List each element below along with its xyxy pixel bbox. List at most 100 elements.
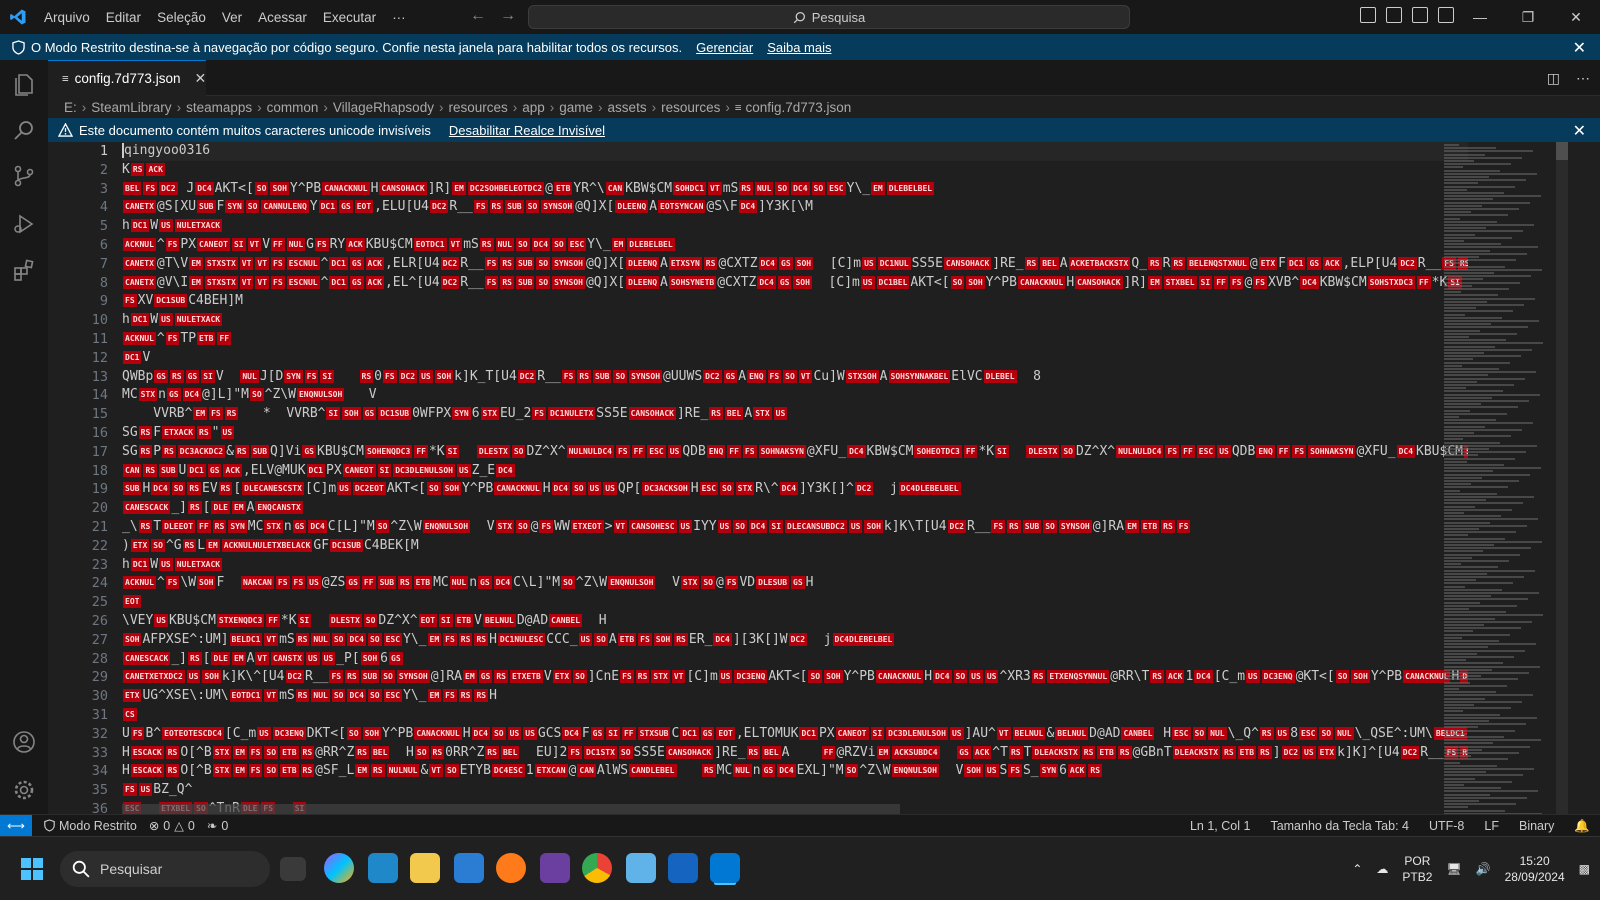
minimize-icon[interactable]: — <box>1456 0 1504 34</box>
code-line[interactable]: CANESCACK _] RS[DLE EM A ENQCANSTX <box>122 499 1468 518</box>
code-line[interactable]: K RS ACK <box>122 161 1468 180</box>
code-line[interactable]: H ESCACK RS O[^B STX EM FS SO ETB RS @SF_L EM RS NULN… <box>122 762 1468 781</box>
code-line[interactable]: CANETX @S[XU SUB F SYN SO CANNULENQ Y DC1 GS EOT ,E… <box>122 198 1468 217</box>
crumb-assets[interactable]: assets <box>608 100 647 115</box>
disable-highlight-link[interactable]: Desabilitar Realce Invisível <box>449 123 605 138</box>
minimap[interactable] <box>1440 142 1558 818</box>
code-lines[interactable]: qingyoo0316 K RS ACK BEL FS DC2 J DC4 AKT<[SO SOH… <box>122 142 1468 818</box>
clock[interactable]: 15:20 28/09/2024 <box>1505 853 1565 885</box>
manage-link[interactable]: Gerenciar <box>696 40 753 55</box>
code-line[interactable]: ) ETX SO ^G RS L EM ACKNULNULETXBELACK GF DC1SUB C… <box>122 537 1468 556</box>
code-line[interactable]: _\ RS T DLEEOT FF RS SYN MC STX n GS DC4 C[L]"M SO ^Z\… <box>122 518 1468 537</box>
maximize-icon[interactable]: ❐ <box>1504 0 1552 34</box>
crumb-resources-2[interactable]: resources <box>661 100 720 115</box>
onedrive-icon[interactable]: ☁ <box>1376 862 1388 876</box>
code-line[interactable]: SUB H DC4 SO RS EV RS[DLECANESCSTX [C]m US DC2EOT… <box>122 480 1468 499</box>
notifications-bell-icon[interactable]: 🔔 <box>1574 819 1590 834</box>
firefox-icon[interactable] <box>496 853 526 883</box>
code-line[interactable]: EOT <box>122 593 1468 612</box>
code-line[interactable]: ACKNUL ^ FS TP ETB FF <box>122 330 1468 349</box>
code-line[interactable]: CANETXETXDC2 US SOH k]K\^[U4 DC2 R__ FS RS SUB SO… <box>122 668 1468 687</box>
notepad-icon[interactable] <box>454 853 484 883</box>
toggle-secondary-sidebar-icon[interactable] <box>1412 7 1428 23</box>
crumb-file[interactable]: config.7d773.json <box>745 100 851 115</box>
account-icon[interactable] <box>12 730 36 754</box>
ports-status[interactable]: ❧ 0 <box>207 818 228 834</box>
close-window-icon[interactable]: ✕ <box>1552 0 1600 34</box>
tab-size[interactable]: Tamanho da Tecla Tab: 4 <box>1270 819 1409 833</box>
code-line[interactable]: qingyoo0316 <box>122 142 1468 161</box>
back-arrow-icon[interactable]: ← <box>470 7 486 25</box>
crumb-steamapps[interactable]: steamapps <box>186 100 252 115</box>
code-line[interactable]: h DC1 W US NULETXACK <box>122 556 1468 575</box>
code-line[interactable]: CANETX @V\I EM STXSTX VT VT FS ESCNUL ^ DC1 GS ACK,… <box>122 274 1468 293</box>
menu-executar[interactable]: Executar <box>315 10 384 25</box>
close-banner-icon[interactable]: ✕ <box>1573 38 1586 58</box>
line-ending[interactable]: LF <box>1484 819 1499 833</box>
menu-editar[interactable]: Editar <box>98 10 149 25</box>
toggle-sidebar-icon[interactable] <box>1360 7 1376 23</box>
encoding[interactable]: UTF-8 <box>1429 819 1464 833</box>
code-line[interactable]: H ESCACK RS O[^B STX EM FS SO ETB RS @RR^Z RS BEL HS… <box>122 744 1468 763</box>
crumb-resources[interactable]: resources <box>448 100 507 115</box>
widgets-icon[interactable] <box>368 853 398 883</box>
code-line[interactable]: CANESCACK _] RS[DLE EM A VT CANSTX US US _P[SOH 6 G… <box>122 650 1468 669</box>
horizontal-scrollbar[interactable] <box>122 804 900 814</box>
volume-icon[interactable]: 🔊 <box>1476 862 1491 876</box>
editor-area[interactable]: 1 2 3 4 5 6 7 8 9 10 11 12 13 14 15 16 17 18 19 20 21 22 23 24 2… <box>48 142 1468 818</box>
code-line[interactable]: VVRB^ EM FS RS * VVRB^ SI SOH GS DC1SUB 0WFPX SYN… <box>122 405 1468 424</box>
code-line[interactable]: U FS B^ EOTEOTESCDC4 [C_m US DC3ENQ DKT<[SO SOH Y… <box>122 725 1468 744</box>
split-editor-icon[interactable]: ◫ <box>1547 70 1560 87</box>
code-line[interactable]: FS US BZ_Q^ <box>122 781 1468 800</box>
menu-acessar[interactable]: Acessar <box>250 10 315 25</box>
code-line[interactable]: ACKNUL ^ FS \W SOH F NAKCAN FS FS US @ZS GS FF SUB RS… <box>122 574 1468 593</box>
vertical-scrollbar-track[interactable] <box>1556 142 1568 818</box>
menu-selecao[interactable]: Seleção <box>149 10 214 25</box>
code-line[interactable]: ACKNUL ^ FS PX CANEOT SI VT V FF NUL G FS RY ACK KBU$C… <box>122 236 1468 255</box>
crumb-drive[interactable]: E: <box>64 100 77 115</box>
tab-config-json[interactable]: ≡ config.7d773.json ✕ <box>48 60 206 96</box>
code-line[interactable]: BEL FS DC2 J DC4 AKT<[SO SOH Y^PB CANACKNUL H CAN… <box>122 180 1468 199</box>
remote-indicator-icon[interactable]: ⟷ <box>0 814 32 837</box>
code-line[interactable]: CANETX @T\V EM STXSTX VT VT FS ESCNUL ^ DC1 GS ACK,… <box>122 255 1468 274</box>
chrome-icon[interactable] <box>582 853 612 883</box>
code-line[interactable]: CAN RS SUB U DC1 GS ACK ,ELV@MUK DC1 PX CANEOT SI DC… <box>122 462 1468 481</box>
extensions-icon[interactable] <box>12 258 36 282</box>
explorer-icon[interactable] <box>12 72 36 96</box>
more-actions-icon[interactable]: ⋯ <box>1576 70 1590 87</box>
copilot-icon[interactable] <box>324 853 354 883</box>
crumb-common[interactable]: common <box>267 100 319 115</box>
chevron-up-icon[interactable]: ⌃ <box>1352 862 1362 876</box>
code-line[interactable]: h DC1 W US NULETXACK <box>122 311 1468 330</box>
customize-layout-icon[interactable] <box>1438 7 1454 23</box>
cursor-position[interactable]: Ln 1, Col 1 <box>1190 819 1250 833</box>
windows-start-icon[interactable] <box>20 857 44 881</box>
task-view-icon[interactable] <box>280 857 306 881</box>
restricted-mode-status[interactable]: Modo Restrito <box>44 819 137 833</box>
code-line[interactable]: DC1 V <box>122 349 1468 368</box>
command-search[interactable]: Pesquisa <box>528 5 1130 29</box>
language-mode[interactable]: Binary <box>1519 819 1554 833</box>
learn-more-link[interactable]: Saiba mais <box>767 40 831 55</box>
crumb-game[interactable]: game <box>559 100 593 115</box>
obsidian-icon[interactable] <box>540 853 570 883</box>
store-icon[interactable] <box>668 853 698 883</box>
crumb-villagerhapsody[interactable]: VillageRhapsody <box>333 100 434 115</box>
file-explorer-icon[interactable] <box>410 853 440 883</box>
close-warning-icon[interactable]: ✕ <box>1573 121 1586 141</box>
toggle-panel-icon[interactable] <box>1386 7 1402 23</box>
input-language[interactable]: POR PTB2 <box>1402 853 1432 885</box>
vscode-taskbar-icon[interactable] <box>710 853 740 883</box>
gear-icon[interactable] <box>12 778 36 802</box>
source-control-icon[interactable] <box>12 164 36 188</box>
forward-arrow-icon[interactable]: → <box>500 7 516 25</box>
menu-arquivo[interactable]: Arquivo <box>36 10 98 25</box>
crumb-steamlibrary[interactable]: SteamLibrary <box>91 100 171 115</box>
pen-app-icon[interactable] <box>626 853 656 883</box>
taskbar-search[interactable]: Pesquisar <box>60 851 270 887</box>
vertical-scrollbar-thumb[interactable] <box>1556 142 1568 160</box>
code-line[interactable]: SOH AFPXSE^:UM] BELDC1 VT mS RS NUL SO DC4 SO ESC Y… <box>122 631 1468 650</box>
code-line[interactable]: FS XV DC1SUB C4BEH]M <box>122 292 1468 311</box>
code-line[interactable]: CS <box>122 706 1468 725</box>
crumb-app[interactable]: app <box>522 100 545 115</box>
